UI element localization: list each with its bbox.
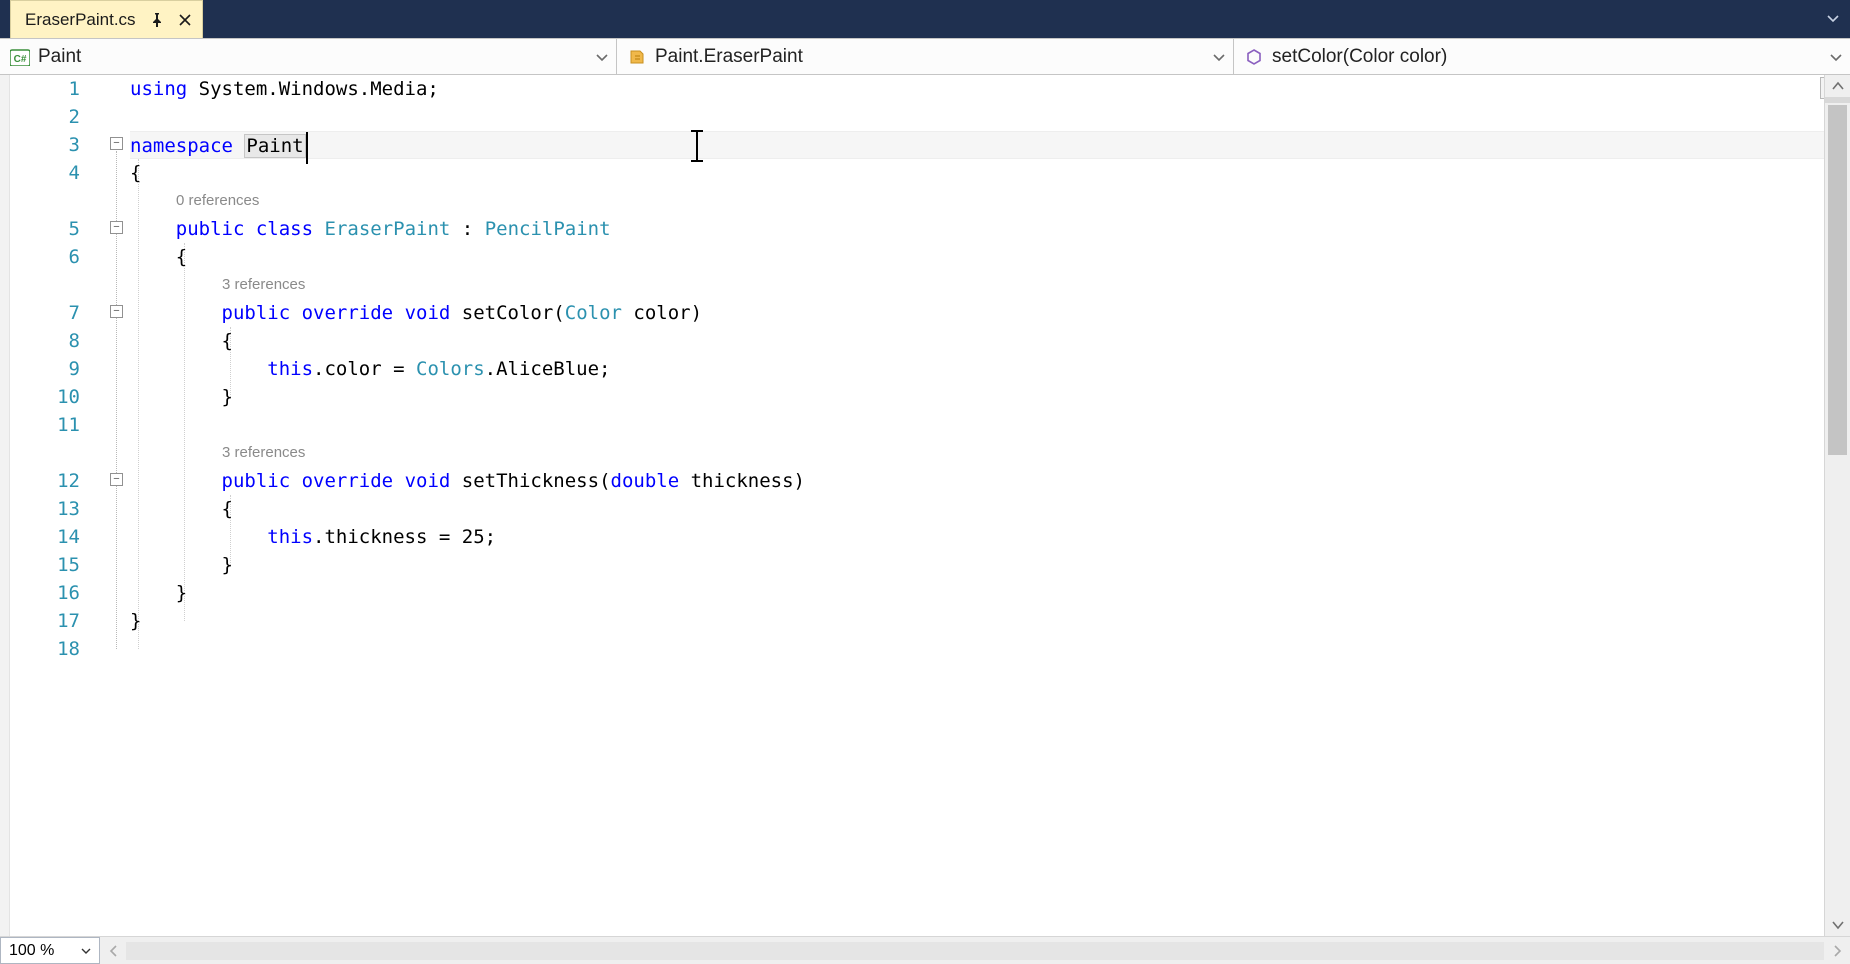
- code-line: {: [130, 159, 1824, 187]
- code-line: }: [130, 607, 1824, 635]
- pin-icon[interactable]: [150, 13, 164, 27]
- navigation-bar: C# Paint Paint.EraserPaint setColor(Colo…: [0, 38, 1850, 75]
- line-number: 2: [10, 103, 110, 131]
- svg-text:C#: C#: [14, 54, 27, 65]
- type-name: Paint.EraserPaint: [655, 46, 803, 68]
- fold-toggle-icon[interactable]: −: [110, 305, 123, 318]
- line-number: 15: [10, 551, 110, 579]
- line-number: 4: [10, 159, 110, 187]
- scrollbar-track[interactable]: [126, 942, 1824, 960]
- indent-guide: [230, 495, 231, 565]
- code-line: using System.Windows.Media;: [130, 75, 1824, 103]
- indent-guide: [230, 327, 231, 397]
- line-number: [10, 187, 110, 215]
- zoom-value: 100 %: [9, 942, 54, 960]
- member-dropdown[interactable]: setColor(Color color): [1234, 39, 1850, 74]
- code-area[interactable]: using System.Windows.Media; namespace Pa…: [130, 75, 1824, 936]
- close-icon[interactable]: [178, 13, 192, 27]
- fold-toggle-icon[interactable]: −: [110, 137, 123, 150]
- scrollbar-track: [1825, 97, 1850, 103]
- indent-guide: [138, 159, 139, 649]
- editor-footer: 100 %: [0, 936, 1850, 964]
- scroll-up-icon[interactable]: [1825, 75, 1850, 97]
- method-icon: [1244, 47, 1264, 67]
- line-number: 9: [10, 355, 110, 383]
- line-number: 11: [10, 411, 110, 439]
- line-number: 16: [10, 579, 110, 607]
- code-line: [130, 103, 1824, 131]
- code-line: namespace Paint: [130, 131, 1824, 159]
- chevron-down-icon: [81, 942, 91, 960]
- horizontal-scrollbar[interactable]: [100, 941, 1850, 961]
- line-number: 18: [10, 635, 110, 663]
- line-number: 1: [10, 75, 110, 103]
- code-line: [130, 411, 1824, 439]
- code-line: [130, 635, 1824, 663]
- type-dropdown[interactable]: Paint.EraserPaint: [617, 39, 1234, 74]
- code-line: this.thickness = 25;: [130, 523, 1824, 551]
- codelens-indicator[interactable]: 3 references: [130, 271, 1824, 299]
- code-line: this.color = Colors.AliceBlue;: [130, 355, 1824, 383]
- text-cursor: [306, 132, 308, 164]
- indicator-margin: [0, 75, 10, 936]
- tab-title: EraserPaint.cs: [25, 10, 136, 30]
- line-number: [10, 271, 110, 299]
- outlining-margin[interactable]: − − − −: [110, 75, 130, 936]
- code-line: public override void setColor(Color colo…: [130, 299, 1824, 327]
- code-line: }: [130, 383, 1824, 411]
- code-line: public class EraserPaint : PencilPaint: [130, 215, 1824, 243]
- line-number: 12: [10, 467, 110, 495]
- codelens-indicator[interactable]: 0 references: [130, 187, 1824, 215]
- mouse-cursor-icon: [696, 132, 698, 160]
- project-name: Paint: [38, 46, 81, 68]
- tab-overflow-icon[interactable]: [1822, 0, 1844, 38]
- code-line: }: [130, 551, 1824, 579]
- code-line: public override void setThickness(double…: [130, 467, 1824, 495]
- scroll-down-icon[interactable]: [1825, 914, 1850, 936]
- line-number: 6: [10, 243, 110, 271]
- chevron-down-icon: [1213, 46, 1225, 68]
- class-icon: [627, 47, 647, 67]
- tab-strip: EraserPaint.cs: [0, 0, 1850, 38]
- code-line: }: [130, 579, 1824, 607]
- codelens-indicator[interactable]: 3 references: [130, 439, 1824, 467]
- member-name: setColor(Color color): [1272, 46, 1447, 68]
- zoom-dropdown[interactable]: 100 %: [0, 937, 100, 964]
- code-line: {: [130, 495, 1824, 523]
- chevron-down-icon: [1830, 46, 1842, 68]
- scrollbar-thumb[interactable]: [1828, 105, 1847, 455]
- file-tab[interactable]: EraserPaint.cs: [10, 0, 203, 38]
- line-number-gutter: 1 2 3 4 5 6 7 8 9 10 11 12 13 14 15 16 1…: [10, 75, 110, 936]
- scroll-right-icon[interactable]: [1826, 941, 1848, 961]
- line-number: 17: [10, 607, 110, 635]
- scroll-left-icon[interactable]: [102, 941, 124, 961]
- fold-toggle-icon[interactable]: −: [110, 473, 123, 486]
- fold-toggle-icon[interactable]: −: [110, 221, 123, 234]
- chevron-down-icon: [596, 46, 608, 68]
- project-dropdown[interactable]: C# Paint: [0, 39, 617, 74]
- line-number: 14: [10, 523, 110, 551]
- line-number: 3: [10, 131, 110, 159]
- code-editor[interactable]: 1 2 3 4 5 6 7 8 9 10 11 12 13 14 15 16 1…: [0, 75, 1850, 936]
- indent-guide: [184, 243, 185, 621]
- line-number: 13: [10, 495, 110, 523]
- line-number: 10: [10, 383, 110, 411]
- line-number: 5: [10, 215, 110, 243]
- vertical-scrollbar[interactable]: [1824, 75, 1850, 936]
- code-line: {: [130, 327, 1824, 355]
- line-number: 8: [10, 327, 110, 355]
- code-line: {: [130, 243, 1824, 271]
- csharp-project-icon: C#: [10, 47, 30, 67]
- line-number: [10, 439, 110, 467]
- line-number: 7: [10, 299, 110, 327]
